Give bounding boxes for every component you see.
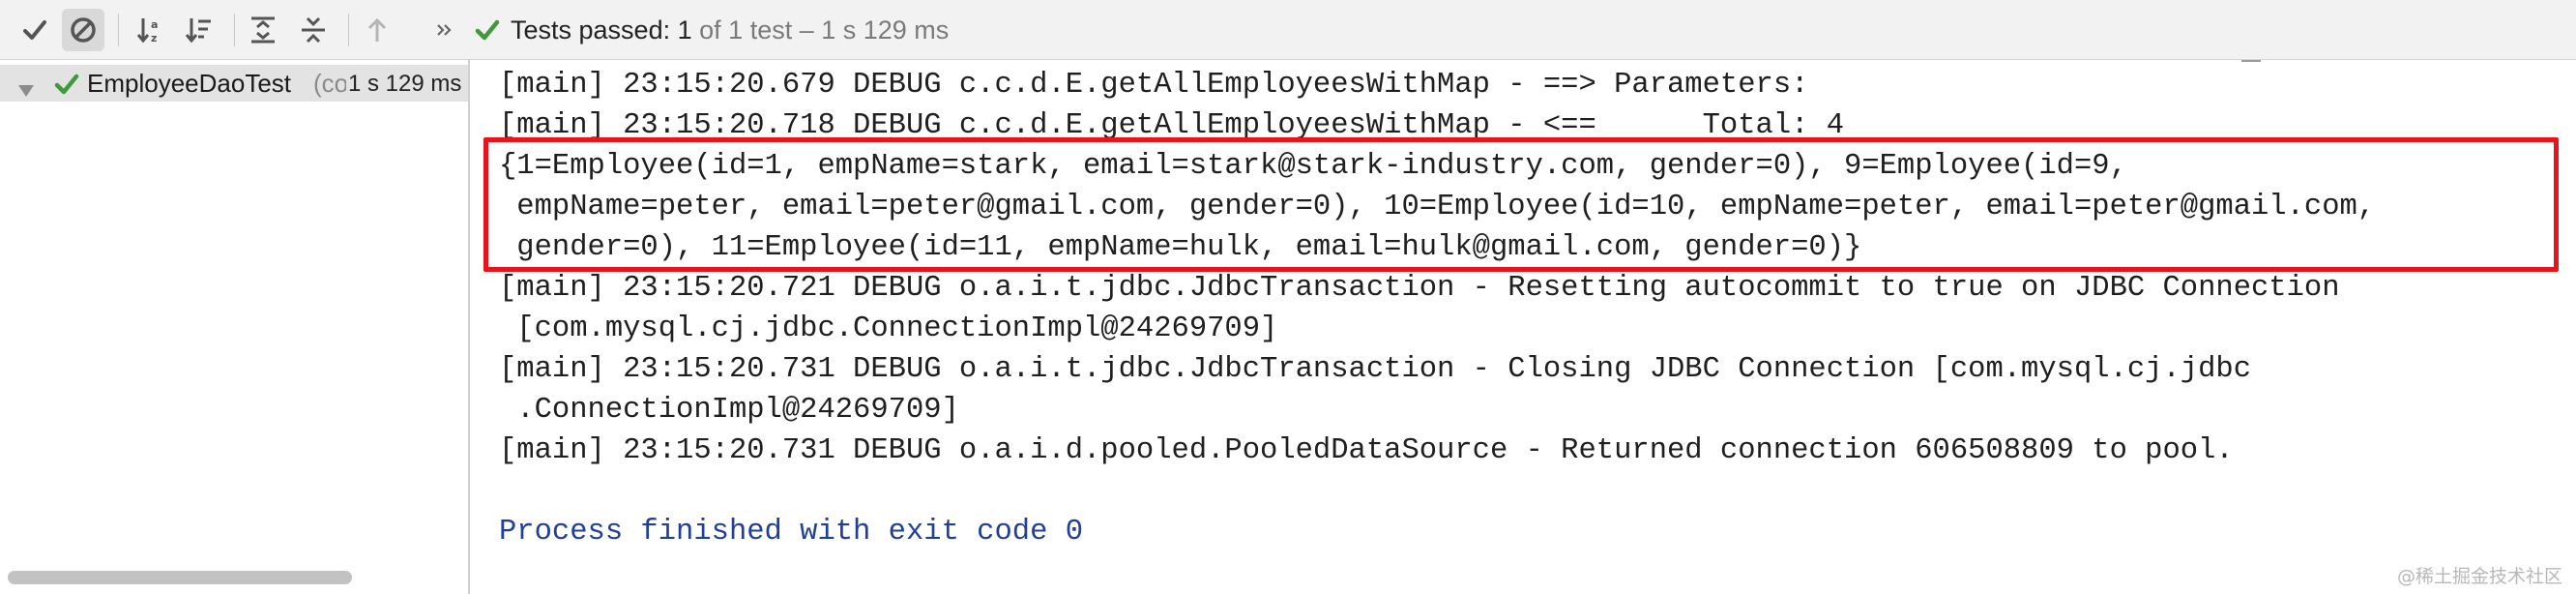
test-runner-toolbar: a z Tests passed: 1 of 1 test – 1 s 129 … (0, 0, 2576, 60)
watermark: @稀土掘金技术社区 (2396, 566, 2562, 587)
toolbar-separator (234, 14, 235, 46)
console-scroll-marker (2241, 60, 2261, 62)
console-line: [main] 23:15:20.731 DEBUG o.a.i.d.pooled… (499, 434, 2234, 467)
test-passed-icon (54, 72, 79, 104)
status-count: 1 (677, 15, 692, 45)
console-line: [main] 23:15:20.721 DEBUG o.a.i.t.jdbc.J… (499, 272, 2340, 305)
previous-failed-test-button[interactable] (356, 9, 398, 51)
console-line: [main] 23:15:20.731 DEBUG o.a.i.t.jdbc.J… (499, 353, 2251, 386)
collapse-all-button[interactable] (292, 9, 335, 51)
console-exit-line: Process finished with exit code 0 (499, 516, 1083, 549)
collapse-all-icon (302, 16, 325, 44)
sort-by-duration-icon (185, 18, 211, 44)
console-line: [com.mysql.cj.jdbc.ConnectionImpl@242697… (499, 312, 1278, 345)
expand-all-button[interactable] (242, 9, 284, 51)
checkmark-icon (23, 20, 46, 40)
tree-horizontal-scrollbar[interactable] (8, 571, 352, 584)
run-tool-window: a z Tests passed: 1 of 1 test – 1 s 129 … (0, 0, 2576, 594)
show-passed-toggle[interactable] (14, 9, 56, 51)
expand-all-icon (251, 16, 275, 44)
test-status-summary: Tests passed: 1 of 1 test – 1 s 129 ms (474, 0, 949, 60)
more-actions-button[interactable] (425, 9, 464, 51)
sort-by-duration-button[interactable] (178, 9, 220, 51)
toolbar-separator (348, 14, 349, 46)
status-label: Tests passed: (511, 15, 671, 45)
sort-alphabetically-icon: a z (136, 18, 158, 45)
svg-text:a: a (151, 18, 158, 31)
toolbar-separator (118, 14, 119, 46)
svg-text:z: z (151, 32, 157, 45)
highlight-annotation-box (483, 137, 2559, 272)
test-class-name: EmployeeDaoTest (87, 69, 291, 98)
test-duration: 1 s 129 ms (348, 71, 462, 97)
status-detail: of 1 test – 1 s 129 ms (699, 15, 950, 45)
test-tree-panel: EmployeeDaoTest (co 1 s 129 ms (0, 60, 468, 594)
test-class-package: (co (313, 69, 346, 98)
arrow-up-icon (367, 17, 387, 42)
show-ignored-toggle[interactable] (62, 9, 104, 51)
double-chevron-right-icon (437, 24, 452, 36)
passed-check-icon (474, 16, 501, 44)
expand-triangle-icon[interactable] (17, 75, 35, 105)
ignored-circle-icon (71, 17, 96, 43)
sort-alphabetically-button[interactable]: a z (130, 9, 172, 51)
console-line: [main] 23:15:20.679 DEBUG c.c.d.E.getAll… (499, 69, 1809, 102)
console-line: .ConnectionImpl@24269709] (499, 394, 959, 427)
test-tree-row[interactable]: EmployeeDaoTest (co 1 s 129 ms (0, 65, 468, 102)
